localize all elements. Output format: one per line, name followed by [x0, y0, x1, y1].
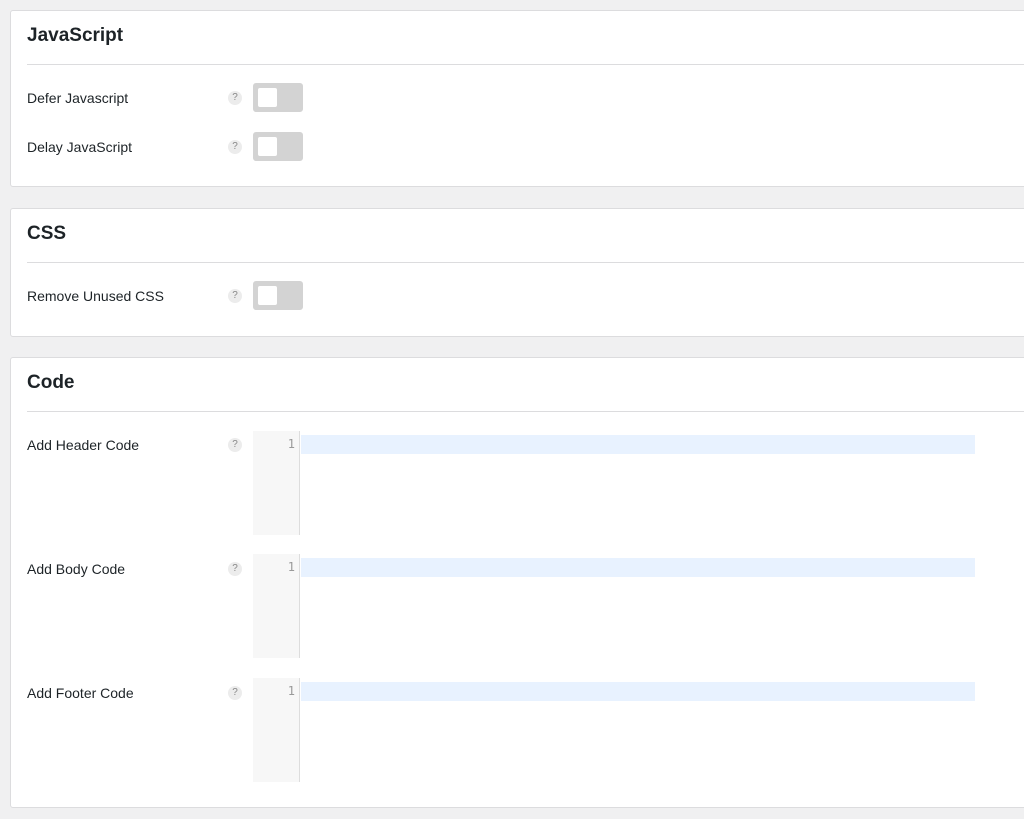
add-header-code-label: Add Header Code: [27, 437, 140, 453]
help-icon[interactable]: ?: [228, 289, 242, 303]
defer-javascript-toggle[interactable]: [253, 83, 303, 112]
line-number: 1: [287, 560, 295, 574]
help-icon[interactable]: ?: [228, 438, 242, 452]
delay-javascript-toggle[interactable]: [253, 132, 303, 161]
remove-unused-css-toggle[interactable]: [253, 281, 303, 310]
help-icon[interactable]: ?: [228, 91, 242, 105]
line-number-gutter: 1: [253, 431, 300, 535]
javascript-section: JavaScript Defer Javascript ? Delay Java…: [10, 10, 1024, 187]
line-number: 1: [287, 437, 295, 451]
active-line[interactable]: [301, 558, 975, 577]
remove-unused-css-label: Remove Unused CSS: [27, 288, 164, 304]
help-icon[interactable]: ?: [228, 686, 242, 700]
section-title-javascript: JavaScript: [27, 25, 124, 46]
active-line[interactable]: [301, 682, 975, 701]
defer-javascript-label: Defer Javascript: [27, 90, 129, 106]
line-number: 1: [287, 684, 295, 698]
add-footer-code-label: Add Footer Code: [27, 685, 134, 701]
header-code-editor[interactable]: 1: [253, 431, 975, 535]
code-section: Code Add Header Code ? 1 Add Body Code ?…: [10, 357, 1024, 808]
css-section: CSS Remove Unused CSS ?: [10, 208, 1024, 337]
footer-code-editor[interactable]: 1: [253, 678, 975, 782]
delay-javascript-label: Delay JavaScript: [27, 139, 133, 155]
toggle-knob: [258, 137, 277, 156]
add-body-code-label: Add Body Code: [27, 561, 126, 577]
section-divider: [27, 262, 1024, 263]
section-title-code: Code: [27, 372, 75, 393]
section-divider: [27, 64, 1024, 65]
active-line[interactable]: [301, 435, 975, 454]
help-icon[interactable]: ?: [228, 562, 242, 576]
section-divider: [27, 411, 1024, 412]
line-number-gutter: 1: [253, 554, 300, 658]
line-number-gutter: 1: [253, 678, 300, 782]
section-title-css: CSS: [27, 223, 67, 244]
body-code-editor[interactable]: 1: [253, 554, 975, 658]
toggle-knob: [258, 88, 277, 107]
help-icon[interactable]: ?: [228, 140, 242, 154]
toggle-knob: [258, 286, 277, 305]
